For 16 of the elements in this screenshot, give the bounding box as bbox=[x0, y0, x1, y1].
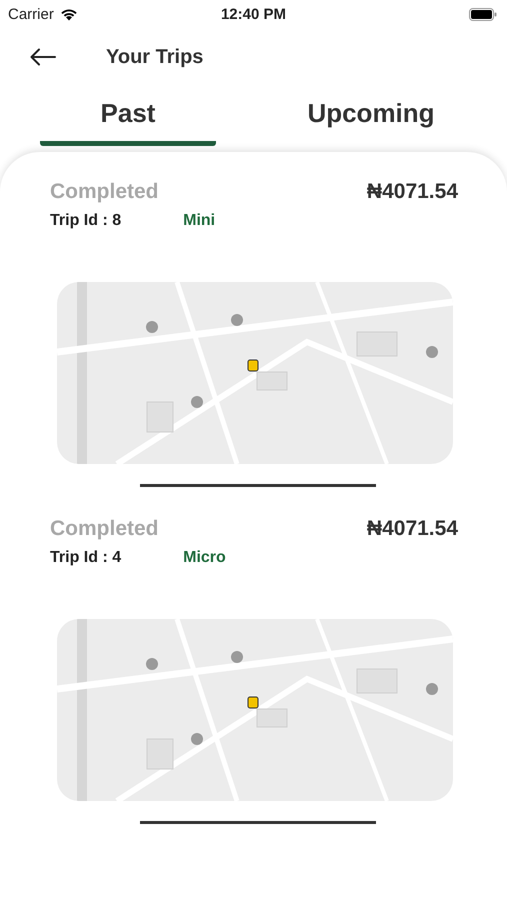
trip-status: Completed bbox=[50, 517, 159, 541]
battery-icon bbox=[469, 8, 497, 20]
trip-status: Completed bbox=[50, 180, 159, 204]
tab[interactable]: Past bbox=[40, 90, 216, 146]
status-time: 12:40 PM bbox=[220, 6, 286, 22]
back-arrow-icon[interactable] bbox=[30, 48, 56, 66]
trip-id: Trip Id : 8 bbox=[50, 212, 122, 230]
vehicle-type: Micro bbox=[183, 549, 226, 567]
trip-price: ₦4071.54 bbox=[366, 517, 458, 541]
vehicle-type: Mini bbox=[183, 212, 216, 230]
trip-id: Trip Id : 4 bbox=[50, 549, 122, 567]
trip-price: ₦4071.54 bbox=[366, 180, 458, 204]
tab[interactable]: Upcoming bbox=[276, 90, 466, 146]
carrier-label: Carrier bbox=[8, 6, 54, 22]
wifi-icon bbox=[60, 8, 78, 20]
page-title: Your Trips bbox=[106, 46, 204, 68]
